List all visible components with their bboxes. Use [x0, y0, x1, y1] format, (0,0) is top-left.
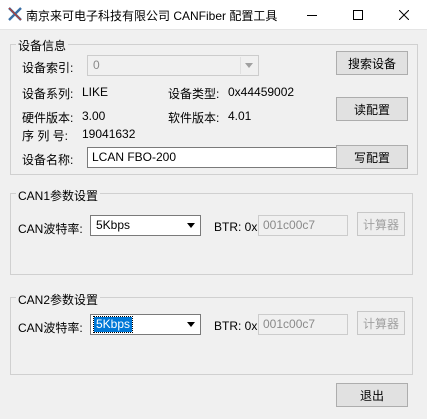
can2-baud-value: 5Kbps: [92, 316, 134, 333]
software-version-value: 4.01: [228, 109, 252, 123]
maximize-button[interactable]: [335, 0, 381, 29]
write-config-button[interactable]: 写配置: [336, 145, 408, 169]
can1-baud-select[interactable]: 5Kbps: [90, 215, 201, 236]
device-index-select[interactable]: 0: [87, 55, 259, 76]
app-icon: [8, 7, 22, 21]
close-icon: [399, 9, 409, 20]
can2-baud-select[interactable]: 5Kbps: [90, 314, 201, 335]
can2-btr-input[interactable]: 001c00c7: [258, 314, 348, 335]
maximize-icon: [353, 9, 363, 20]
device-info-legend: 设备信息: [16, 37, 69, 54]
can2-btr-label: BTR: 0x: [214, 319, 258, 333]
can1-calculator-button[interactable]: 计算器: [357, 212, 405, 236]
serial-number-label: 序 列 号:: [22, 129, 69, 143]
device-series-value: LIKE: [82, 85, 109, 99]
device-index-label: 设备索引:: [22, 61, 74, 75]
can1-btr-label: BTR: 0x: [214, 220, 258, 234]
can1-settings-legend: CAN1参数设置: [16, 187, 101, 204]
serial-number-value: 19041632: [82, 127, 136, 141]
device-type-value: 0x44459002: [228, 85, 295, 99]
title-bar[interactable]: 南京来可电子科技有限公司 CANFiber 配置工具: [0, 0, 427, 30]
hardware-version-label: 硬件版本:: [22, 111, 74, 125]
software-version-label: 软件版本:: [168, 111, 220, 125]
device-name-input[interactable]: LCAN FBO-200: [87, 147, 352, 168]
can2-settings-group: [10, 297, 413, 375]
can1-baud-label: CAN波特率:: [18, 222, 83, 236]
chevron-down-icon: [183, 217, 199, 234]
exit-button[interactable]: 退出: [336, 383, 408, 407]
search-device-button[interactable]: 搜索设备: [336, 51, 408, 75]
device-series-label: 设备系列:: [22, 87, 74, 101]
minimize-icon: [307, 14, 317, 16]
minimize-button[interactable]: [289, 0, 335, 29]
chevron-down-icon: [183, 316, 199, 333]
close-button[interactable]: [381, 0, 427, 29]
device-type-label: 设备类型:: [168, 87, 220, 101]
can2-baud-label: CAN波特率:: [18, 321, 83, 335]
can1-btr-input[interactable]: 001c00c7: [258, 215, 348, 236]
window-title: 南京来可电子科技有限公司 CANFiber 配置工具: [26, 9, 278, 23]
device-index-value: 0: [93, 58, 100, 72]
can1-baud-value: 5Kbps: [96, 218, 131, 232]
read-config-button[interactable]: 读配置: [336, 97, 408, 121]
device-name-label: 设备名称:: [22, 153, 74, 167]
hardware-version-value: 3.00: [82, 109, 106, 123]
chevron-down-icon: [240, 57, 257, 74]
can2-calculator-button[interactable]: 计算器: [357, 311, 405, 335]
can2-settings-legend: CAN2参数设置: [16, 291, 101, 308]
